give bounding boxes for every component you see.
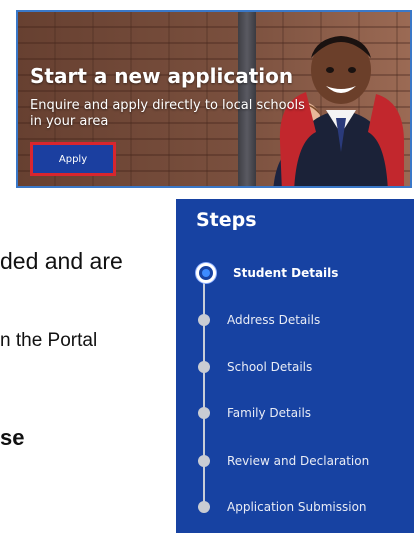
hero-subtitle: Enquire and apply directly to local scho…	[30, 98, 305, 129]
step-address-details[interactable]: Address Details	[194, 309, 414, 331]
step-active-dot-icon	[196, 263, 216, 283]
step-dot-icon	[198, 455, 210, 467]
steps-title: Steps	[196, 209, 257, 231]
step-label: Review and Declaration	[227, 454, 370, 468]
step-application-submission[interactable]: Application Submission	[194, 496, 414, 518]
hero-banner: Start a new application Enquire and appl…	[16, 10, 412, 188]
steps-panel: Steps Student Details Address Details Sc…	[176, 199, 414, 533]
step-dot-icon	[198, 361, 210, 373]
step-school-details[interactable]: School Details	[194, 356, 414, 378]
hero-title: Start a new application	[30, 64, 294, 88]
step-label: Student Details	[233, 266, 339, 280]
step-label: Address Details	[227, 313, 321, 327]
step-family-details[interactable]: Family Details	[194, 402, 414, 424]
apply-button[interactable]: Apply	[30, 142, 116, 176]
step-dot-icon	[198, 314, 210, 326]
slide-text-line-2: n the Portal	[0, 330, 98, 351]
step-review-and-declaration[interactable]: Review and Declaration	[194, 450, 414, 472]
step-dot-icon	[198, 501, 210, 513]
step-dot-icon	[198, 407, 210, 419]
step-label: School Details	[227, 360, 313, 374]
slide-text-line-1: ded and are	[0, 248, 123, 274]
slide-text-line-3: se	[0, 425, 25, 450]
step-label: Application Submission	[227, 500, 367, 514]
step-label: Family Details	[227, 406, 312, 420]
step-student-details[interactable]: Student Details	[194, 262, 414, 284]
